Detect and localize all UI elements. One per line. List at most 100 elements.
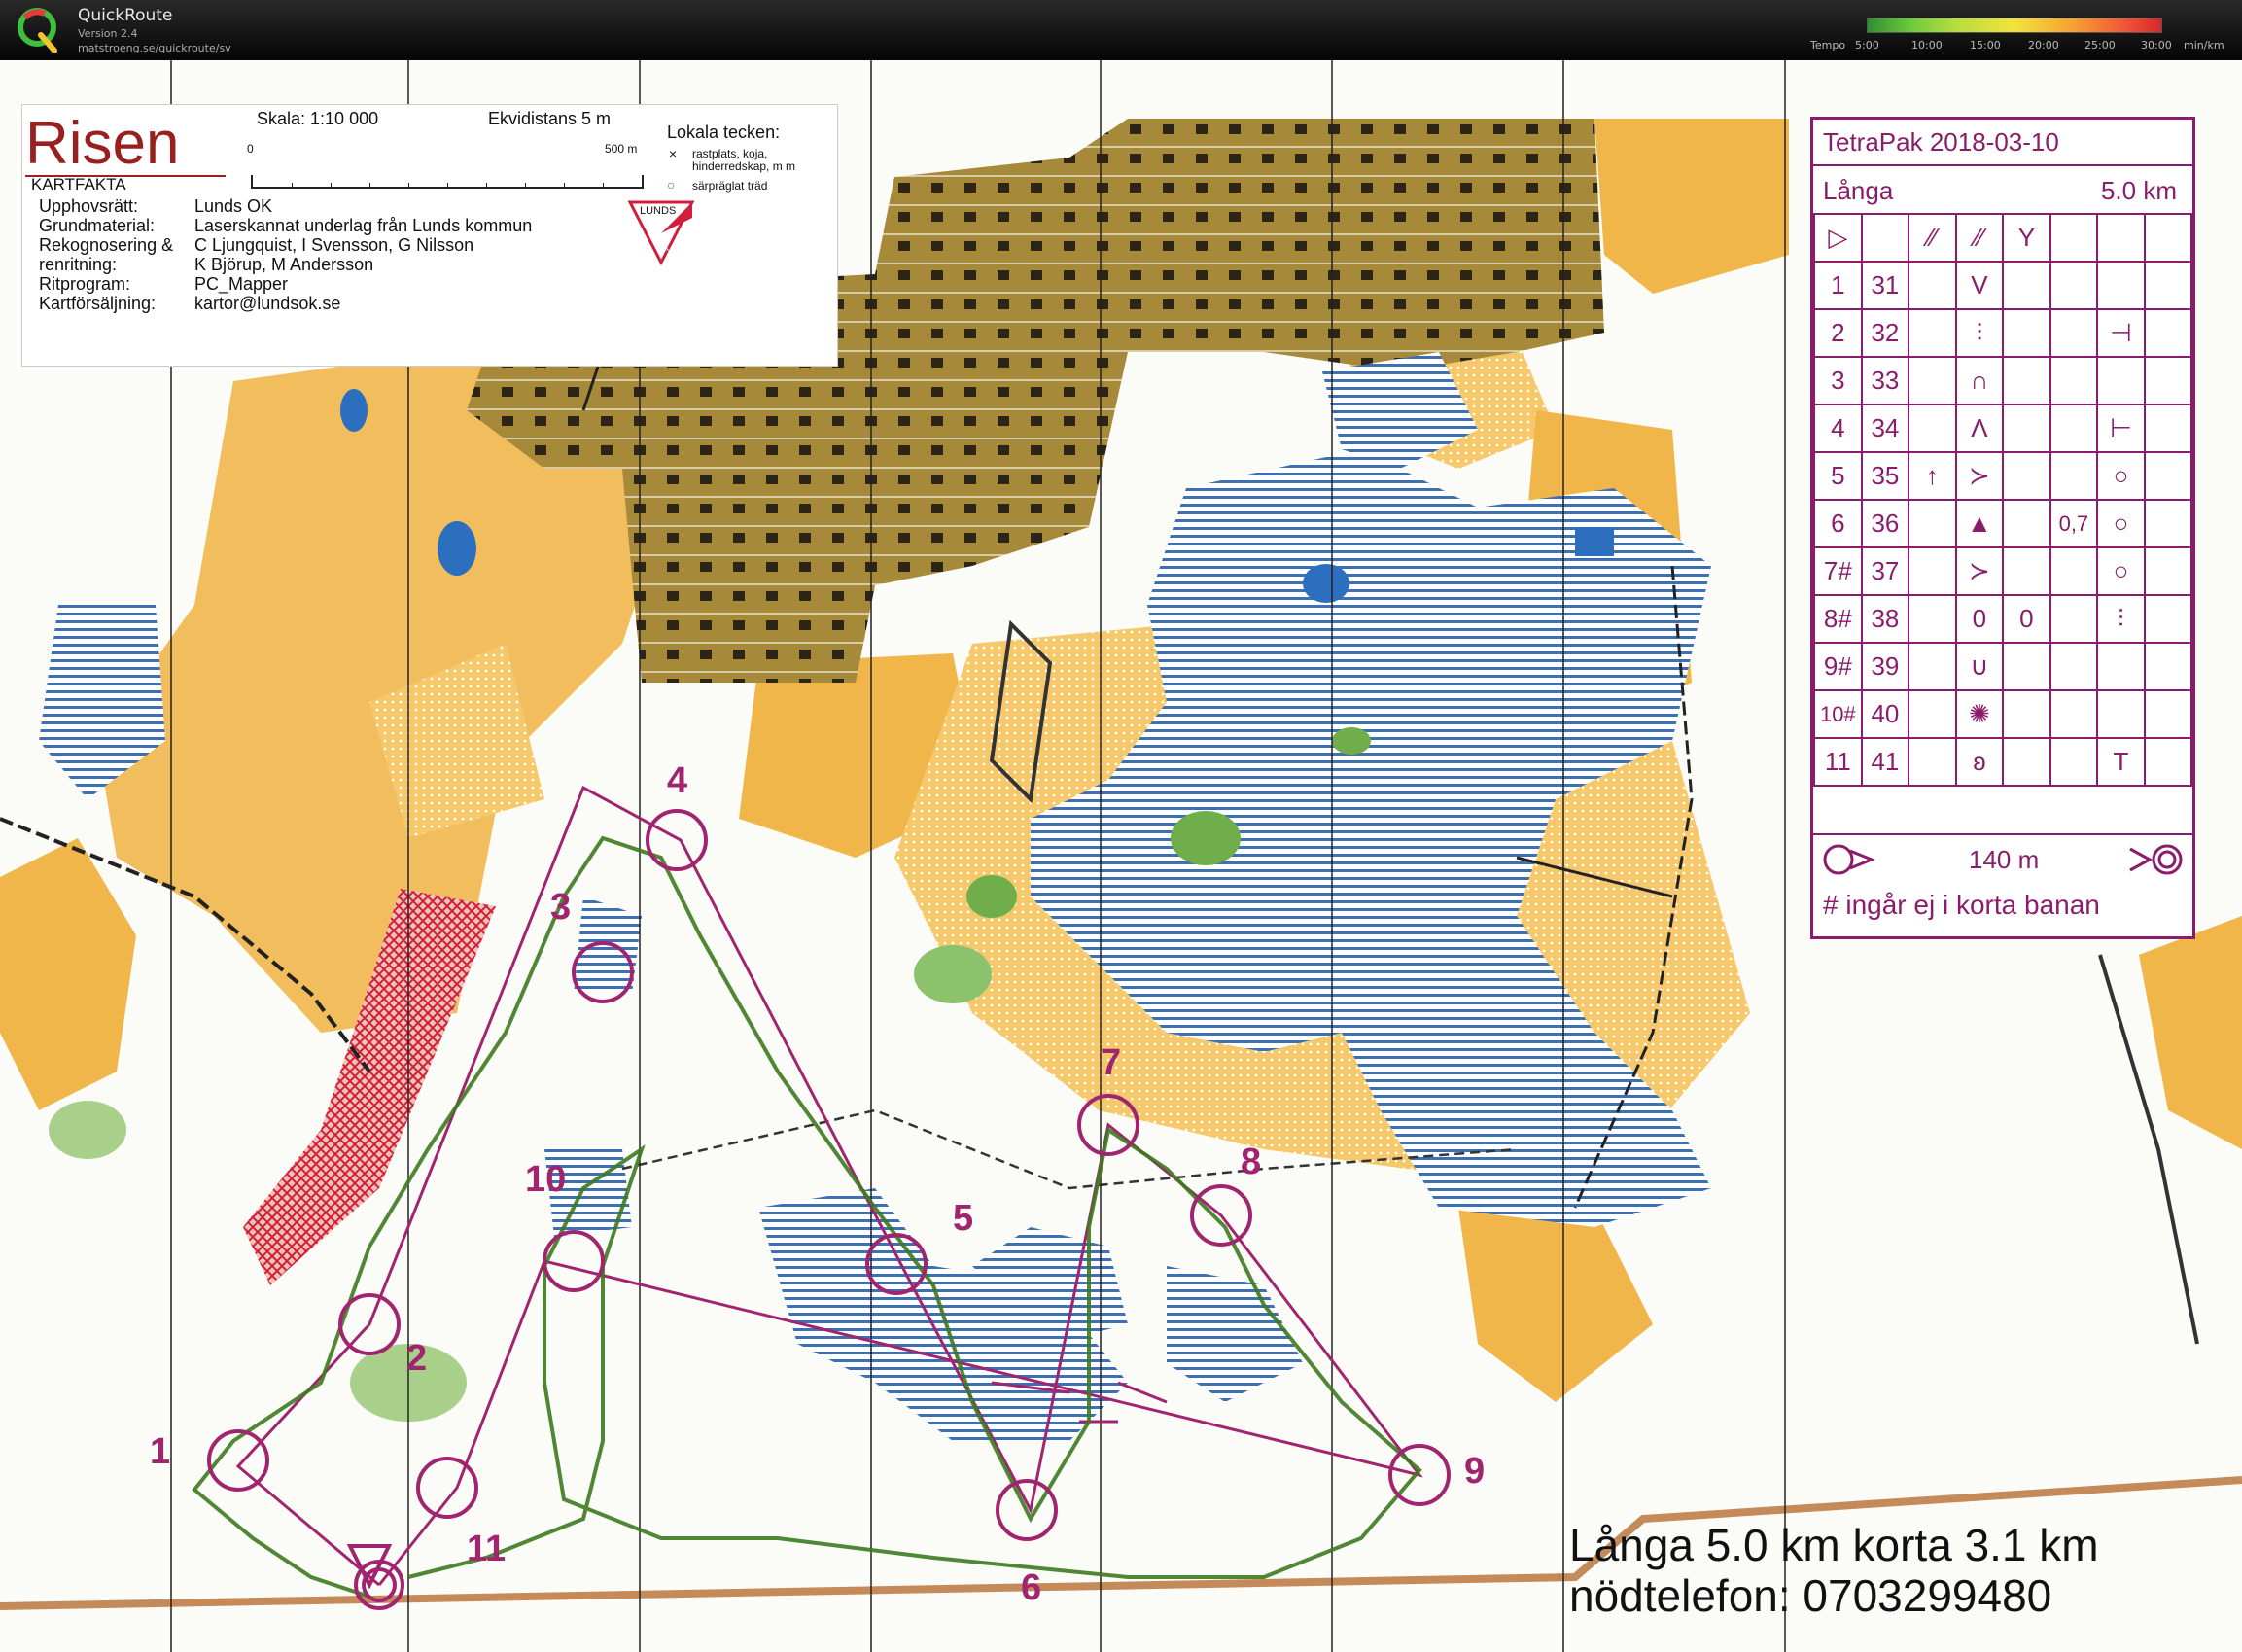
control-row: 2 32 ⫶ ⊣ <box>1813 308 2193 358</box>
lunds-ok-logo: LUNDS OK <box>627 200 695 266</box>
desc-cell <box>1908 356 1957 405</box>
control-code: 32 <box>1860 308 1910 358</box>
orienteering-map[interactable]: Risen KARTFAKTA Skala: 1:10 000 Ekvidist… <box>0 60 2242 1652</box>
control-number: 11 <box>467 1529 507 1569</box>
control-seq: 10# <box>1813 689 1863 739</box>
feature-icon: ▲ <box>1954 499 2005 548</box>
tempo-tick: 25:00 <box>2084 39 2116 52</box>
desc-cell <box>2143 499 2193 548</box>
meta-value: kartor@lundsok.se <box>194 294 341 313</box>
finish-distance: 140 m <box>1969 845 2040 874</box>
desc-cell <box>2049 308 2099 358</box>
control-seq: 3 <box>1813 356 1863 405</box>
control-seq: 1 <box>1813 261 1863 310</box>
desc-cell <box>2049 356 2099 405</box>
meta-label: Grundmaterial: <box>39 216 156 235</box>
path-icon: ⁄⁄ <box>1954 213 2005 263</box>
tempo-tick: 20:00 <box>2028 39 2059 52</box>
feature-icon: ✺ <box>1954 689 2005 739</box>
local-symbol-label: rastplats, koja, hinderredskap, m m <box>692 147 796 173</box>
desc-cell <box>1860 213 1910 263</box>
finish-icon <box>2129 844 2183 875</box>
desc-cell <box>2002 737 2051 787</box>
app-version: Version 2.4 <box>78 27 138 40</box>
desc-cell <box>2143 451 2193 501</box>
desc-cell <box>2049 642 2099 691</box>
control-code: 41 <box>1860 737 1910 787</box>
control-seq: 11 <box>1813 737 1863 787</box>
location-icon: ⊣ <box>2096 308 2146 358</box>
path-junction-icon: Y <box>2002 213 2051 263</box>
scale-start-label: 0 <box>247 142 254 156</box>
emergency-phone-text: nödtelefon: 0703299480 <box>1569 1570 2052 1621</box>
desc-cell <box>2002 404 2051 453</box>
tempo-tick: 15:00 <box>1970 39 2001 52</box>
control-code: 35 <box>1860 451 1910 501</box>
control-seq: 8# <box>1813 594 1863 644</box>
start-row: ▷ ⁄⁄ ⁄⁄ Y <box>1813 213 2193 263</box>
short-course-note: # ingår ej i korta banan <box>1823 890 2100 920</box>
desc-cell <box>2143 689 2193 739</box>
feature-icon: 0 <box>1954 594 2005 644</box>
desc-cell <box>2143 642 2193 691</box>
tempo-tick: 10:00 <box>1911 39 1943 52</box>
tempo-tick: 30:00 <box>2141 39 2172 52</box>
dimension-value: 0,7 <box>2049 499 2099 548</box>
control-row: 4 34 Λ ⊢ <box>1813 404 2193 453</box>
special-tree-icon: ○ <box>667 177 676 193</box>
scale-label: Skala: 1:10 000 <box>257 109 379 128</box>
location-icon <box>2096 356 2146 405</box>
control-number: 8 <box>1241 1142 1262 1182</box>
desc-cell <box>2049 689 2099 739</box>
scale-bar <box>251 175 644 189</box>
course-length: 5.0 km <box>2100 176 2177 205</box>
course-name: Långa <box>1823 176 1894 205</box>
control-row: 8# 38 0 0 ⫶ <box>1813 594 2193 644</box>
control-number: 6 <box>1021 1567 1042 1608</box>
desc-cell <box>2002 689 2051 739</box>
feature-icon: ≻ <box>1954 546 2005 596</box>
desc-cell <box>1908 642 1957 691</box>
control-code: 40 <box>1860 689 1910 739</box>
desc-cell <box>2002 499 2051 548</box>
feature-icon: ≻ <box>1954 451 2005 501</box>
control-number: 1 <box>150 1431 171 1472</box>
location-icon <box>2096 689 2146 739</box>
control-number: 7 <box>1101 1042 1122 1083</box>
desc-cell <box>2002 356 2051 405</box>
control-row: 3 33 ∩ <box>1813 356 2193 405</box>
meta-label: renritning: <box>39 255 118 274</box>
desc-cell <box>2143 737 2193 787</box>
tempo-unit: min/km <box>2184 39 2224 52</box>
rest-place-icon: × <box>669 146 678 161</box>
control-seq: 6 <box>1813 499 1863 548</box>
app-name: QuickRoute <box>78 6 173 25</box>
divider <box>1813 164 2192 166</box>
desc-cell <box>2002 642 2051 691</box>
desc-cell <box>2143 594 2193 644</box>
control-row: 10# 40 ✺ <box>1813 689 2193 739</box>
control-code: 33 <box>1860 356 1910 405</box>
desc-cell <box>2143 308 2193 358</box>
feature-icon: Λ <box>1954 404 2005 453</box>
local-symbols-title: Lokala tecken: <box>667 123 781 142</box>
control-number: 5 <box>953 1198 974 1239</box>
desc-cell <box>2049 404 2099 453</box>
desc-cell <box>2002 308 2051 358</box>
meta-value: K Björup, M Andersson <box>194 255 374 274</box>
location-icon: ○ <box>2096 546 2146 596</box>
desc-cell <box>2143 546 2193 596</box>
desc-cell <box>2049 261 2099 310</box>
desc-cell <box>2002 546 2051 596</box>
equidistance-label: Ekvidistans 5 m <box>488 109 612 128</box>
desc-cell <box>1908 308 1957 358</box>
control-seq: 2 <box>1813 308 1863 358</box>
control-seq: 7# <box>1813 546 1863 596</box>
meta-label: Ritprogram: <box>39 274 131 294</box>
control-row: 1 31 V <box>1813 261 2193 310</box>
taped-route-start-icon <box>1823 844 1875 875</box>
title-bar: QuickRoute Version 2.4 matstroeng.se/qui… <box>0 0 2242 60</box>
kartfakta-label: KARTFAKTA <box>31 175 126 193</box>
desc-cell <box>1908 404 1957 453</box>
app-url[interactable]: matstroeng.se/quickroute/sv <box>78 42 231 54</box>
